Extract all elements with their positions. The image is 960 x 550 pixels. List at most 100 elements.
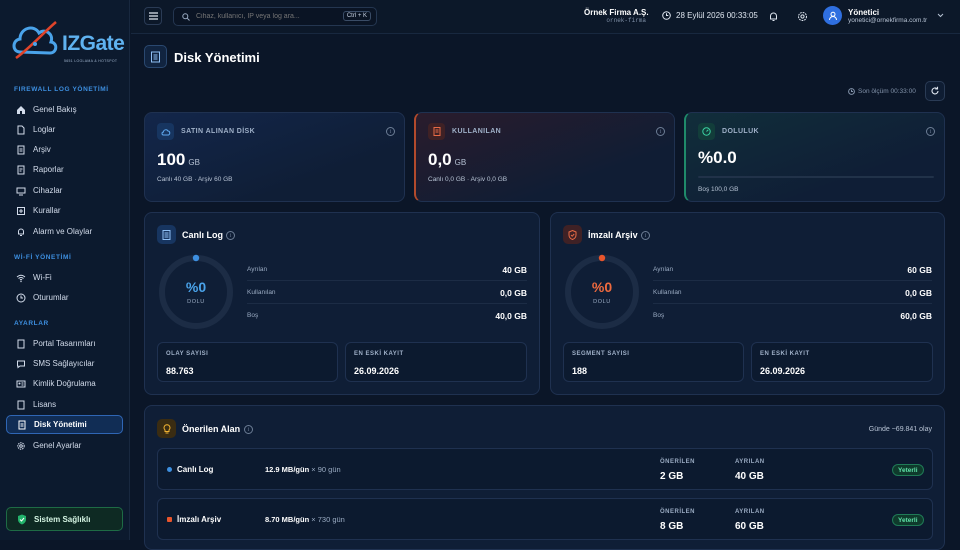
sidebar-item-alarms[interactable]: Alarm ve Olaylar [6, 222, 123, 241]
search-shortcut: Ctrl + K [342, 11, 371, 21]
stat-icon [428, 123, 445, 140]
sidebar-item-label: Loglar [33, 125, 56, 134]
sidebar-item-label: Genel Bakış [33, 105, 77, 114]
sidebar-item-logs[interactable]: Loglar [6, 120, 123, 139]
series-dot [167, 467, 172, 472]
col-label-recommended: ÖNERİLEN [660, 509, 696, 515]
logo-text: IZGate [62, 32, 125, 55]
user-menu[interactable]: Yönetici yonetici@ornekfirma.com.tr [823, 6, 944, 25]
sidebar-item-reports[interactable]: Raporlar [6, 160, 123, 179]
settings-button[interactable] [796, 10, 809, 23]
stat-subtext: Boş 100,0 GB [698, 186, 739, 193]
sidebar-item-label: Kimlik Doğrulama [33, 379, 96, 388]
sidebar-item-license[interactable]: Lisans [6, 395, 123, 414]
signed-archive-icon [563, 225, 582, 244]
divider [653, 303, 932, 304]
event-count-box: OLAY SAYISI 88.763 [157, 342, 338, 382]
alloc-name: İmzalı Arşiv [177, 515, 222, 524]
rules-icon [16, 206, 26, 216]
notifications-button[interactable] [767, 10, 780, 23]
sidebar-item-portal[interactable]: Portal Tasarımları [6, 334, 123, 353]
sidebar-item-auth[interactable]: Kimlik Doğrulama [6, 374, 123, 393]
clock-icon [662, 11, 671, 20]
system-health-status[interactable]: Sistem Sağlıklı [6, 507, 123, 531]
sms-icon [16, 359, 26, 369]
info-icon[interactable]: i [244, 425, 253, 434]
recommended-card: Önerilen Alan i Günde ~69.841 olay Canlı… [144, 405, 945, 550]
sidebar-item-overview[interactable]: Genel Bakış [6, 100, 123, 119]
stat-number: 0,0 [428, 150, 452, 169]
section-wifi: Wİ-Fİ YÖNETİMİ [14, 254, 72, 261]
search-input[interactable] [196, 13, 346, 20]
gear-icon [16, 441, 26, 451]
sidebar-item-label: Disk Yönetimi [34, 420, 87, 429]
topbar: Ctrl + K Örnek Firma A.Ş. ornek-firma 28… [131, 0, 960, 34]
user-name: Yönetici [848, 7, 880, 17]
sidebar-item-label: Wi-Fi [33, 273, 52, 282]
alloc-name: Canlı Log [177, 465, 214, 474]
avatar [823, 6, 842, 25]
menu-toggle-button[interactable] [144, 7, 162, 25]
wifi-icon [16, 273, 26, 283]
daily-event-estimate: Günde ~69.841 olay [868, 426, 932, 433]
row-value-free: 40,0 GB [495, 311, 527, 321]
row-label-used: Kullanılan [247, 289, 276, 296]
alloc-days: × 730 gün [311, 515, 345, 524]
alloc-rate-value: 8.70 MB/gün [265, 515, 310, 524]
sidebar-item-sms[interactable]: SMS Sağlayıcılar [6, 354, 123, 373]
sidebar-item-disk[interactable]: Disk Yönetimi [6, 415, 123, 434]
refresh-button[interactable] [925, 81, 945, 101]
info-icon[interactable]: i [641, 231, 650, 240]
cloud-logo-icon [12, 21, 58, 60]
monitor-icon [16, 186, 26, 196]
page-icon [144, 45, 167, 68]
stat-title: SATIN ALINAN DİSK [181, 128, 256, 135]
lightbulb-icon [163, 423, 170, 433]
gear-icon [798, 12, 807, 21]
sidebar-item-rules[interactable]: Kurallar [6, 201, 123, 220]
sidebar-item-sessions[interactable]: Oturumlar [6, 288, 123, 307]
alloc-recommended-value: 8 GB [660, 521, 684, 532]
info-icon[interactable]: i [386, 127, 395, 136]
license-icon [16, 400, 26, 410]
id-card-icon [16, 379, 26, 389]
archive-icon [16, 145, 26, 155]
mini-value: 26.09.2026 [354, 366, 400, 376]
stat-value: 0,0 GB [428, 150, 466, 170]
row-value-allocated: 40 GB [502, 265, 527, 275]
alloc-row-live-log: Canlı Log 12.9 MB/gün × 90 gün ÖNERİLEN … [157, 448, 933, 490]
sidebar-item-devices[interactable]: Cihazlar [6, 181, 123, 200]
oldest-record-box: EN ESKİ KAYIT 26.09.2026 [751, 342, 933, 382]
mini-label: EN ESKİ KAYIT [354, 351, 404, 357]
info-icon[interactable]: i [926, 127, 935, 136]
mini-value: 88.763 [166, 366, 194, 376]
row-value-used: 0,0 GB [905, 288, 932, 298]
hamburger-icon [148, 12, 158, 20]
stat-subtext: Canlı 40 GB · Arşiv 60 GB [157, 176, 233, 183]
home-icon [16, 105, 26, 115]
row-label-free: Boş [247, 312, 259, 319]
info-icon[interactable]: i [226, 231, 235, 240]
sidebar-item-general-settings[interactable]: Genel Ayarlar [6, 436, 123, 455]
alloc-rate: 8.70 MB/gün × 730 gün [265, 515, 345, 524]
gauge-label: DOLU [187, 299, 205, 305]
row-label-used: Kullanılan [653, 289, 682, 296]
row-value-used: 0,0 GB [500, 288, 527, 298]
company-switcher[interactable]: Örnek Firma A.Ş. ornek-firma [584, 8, 649, 24]
stat-icon [157, 123, 174, 140]
live-log-title: Canlı Log [182, 230, 223, 240]
sidebar-item-archive[interactable]: Arşiv [6, 140, 123, 159]
sidebar-item-label: Lisans [33, 400, 57, 409]
search-box[interactable]: Ctrl + K [173, 7, 377, 26]
col-label-recommended: ÖNERİLEN [660, 459, 696, 465]
gauge-label: DOLU [593, 299, 611, 305]
clock-icon [16, 293, 26, 303]
sidebar-item-label: Alarm ve Olaylar [33, 227, 93, 236]
sidebar-item-wifi[interactable]: Wi-Fi [6, 268, 123, 287]
row-value-free: 60,0 GB [900, 311, 932, 321]
refresh-icon [931, 86, 939, 95]
sidebar-item-label: Oturumlar [33, 293, 69, 302]
file-icon [16, 125, 26, 135]
info-icon[interactable]: i [656, 127, 665, 136]
logo[interactable]: IZGate 5651 LOGLAMA & HOTSPOT [10, 12, 125, 67]
